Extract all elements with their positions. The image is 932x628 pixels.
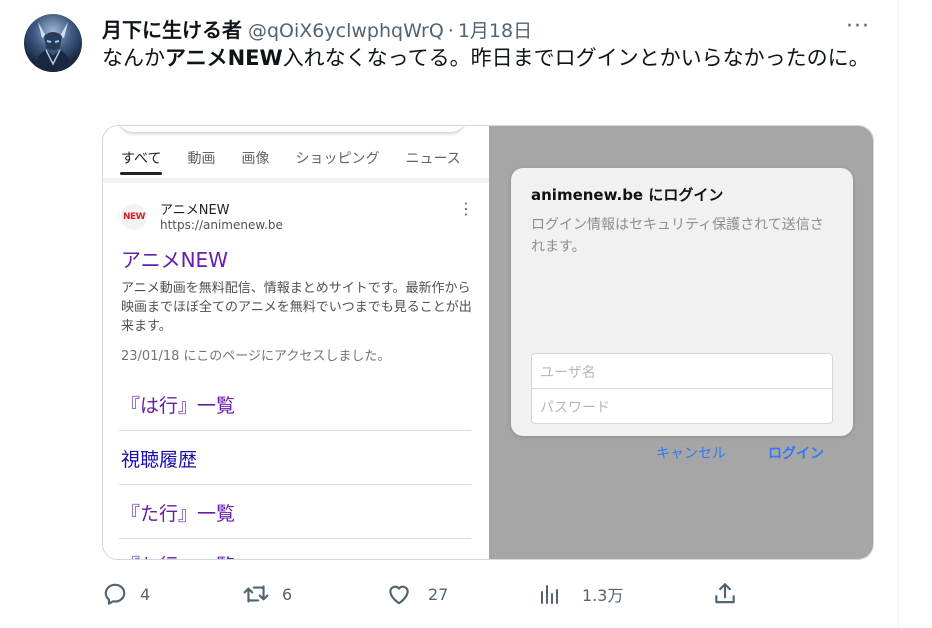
search-tabs: すべて 動画 画像 ショッピング ニュース	[121, 148, 487, 176]
login-dialog-screenshot: animenew.be にログイン ログイン情報はセキュリティ保護されて送信され…	[489, 126, 873, 559]
views-count: 1.3万	[582, 586, 624, 605]
site-name: アニメNEW	[160, 203, 230, 218]
display-name[interactable]: 月下に生ける者	[102, 14, 242, 43]
tabs-divider	[103, 178, 489, 183]
search-bar	[119, 126, 465, 132]
tab-videos: 動画	[187, 151, 216, 167]
tab-shopping: ショッピング	[295, 151, 380, 167]
separator-dot: ·	[447, 20, 454, 42]
share-icon	[715, 583, 735, 604]
reply-button[interactable]: 4	[102, 578, 150, 610]
tweet-actions: 4 6 27 1.3万	[102, 578, 742, 610]
active-tab-indicator	[120, 172, 162, 175]
share-button[interactable]	[712, 578, 738, 610]
site-url: https://animenew.be	[160, 218, 283, 232]
kebab-menu-icon: ⋮	[458, 199, 474, 218]
reply-count: 4	[140, 584, 151, 604]
like-icon	[389, 585, 409, 605]
views-button[interactable]: 1.3万	[538, 578, 623, 610]
retweet-icon	[243, 585, 269, 603]
user-handle[interactable]: @qOiX6yclwphqWrQ	[248, 20, 444, 42]
tweet-text: なんかアニメNEW入れなくなってる。昨日までログインとかいらなかったのに。	[102, 44, 872, 73]
avatar[interactable]	[24, 14, 82, 72]
tweet-header: 月下に生ける者 @qOiX6yclwphqWrQ · 1月18日	[102, 14, 532, 43]
column-divider	[898, 0, 899, 628]
retweet-button[interactable]: 6	[242, 578, 292, 610]
result-snippet: アニメ動画を無料配信、情報まとめサイトです。最新作から映画までほぼ全てのアニメを…	[121, 281, 472, 334]
sitelink-history: 視聴履歴	[121, 449, 198, 471]
sitelink-wa-row: 『わ行』一覧	[121, 551, 235, 559]
password-field: パスワード	[531, 388, 833, 424]
tab-images: 画像	[241, 151, 270, 167]
sitelink-divider	[119, 538, 471, 539]
sitelink-ha-row: 『は行』一覧	[121, 395, 236, 417]
sitelink-ta-row: 『た行』一覧	[121, 503, 236, 525]
like-count: 27	[428, 584, 449, 604]
username-field: ユーザ名	[531, 353, 833, 389]
more-icon[interactable]: ···	[846, 14, 870, 39]
tweet-text-part1: なんか	[102, 46, 165, 70]
reply-icon	[104, 583, 126, 605]
login-dialog: animenew.be にログイン ログイン情報はセキュリティ保護されて送信され…	[511, 168, 853, 462]
views-icon	[541, 585, 558, 604]
avatar-figure-icon	[34, 22, 72, 72]
tweet-date[interactable]: 1月18日	[458, 16, 532, 43]
tab-news: ニュース	[405, 151, 461, 167]
sitelink-divider	[119, 430, 471, 431]
login-button: ログイン	[768, 446, 824, 462]
result-title: アニメNEW	[121, 248, 228, 272]
search-results-screenshot: すべて 動画 画像 ショッピング ニュース NEW アニメNEW https:/…	[103, 126, 489, 559]
attached-image[interactable]: すべて 動画 画像 ショッピング ニュース NEW アニメNEW https:/…	[102, 125, 874, 560]
dialog-title: animenew.be にログイン	[531, 186, 724, 204]
tweet-text-part2: 入れなくなってる。昨日までログインとかいらなかったのに。	[282, 46, 870, 70]
like-button[interactable]: 27	[386, 578, 448, 610]
retweet-count: 6	[282, 584, 293, 604]
site-logo: NEW	[121, 204, 147, 230]
visited-note: 23/01/18 にこのページにアクセスしました。	[121, 349, 391, 364]
cancel-button: キャンセル	[656, 446, 726, 462]
dialog-message: ログイン情報はセキュリティ保護されて送信されます。	[531, 217, 824, 255]
tweet-text-bold: アニメNEW	[165, 46, 283, 70]
sitelink-divider	[119, 484, 471, 485]
